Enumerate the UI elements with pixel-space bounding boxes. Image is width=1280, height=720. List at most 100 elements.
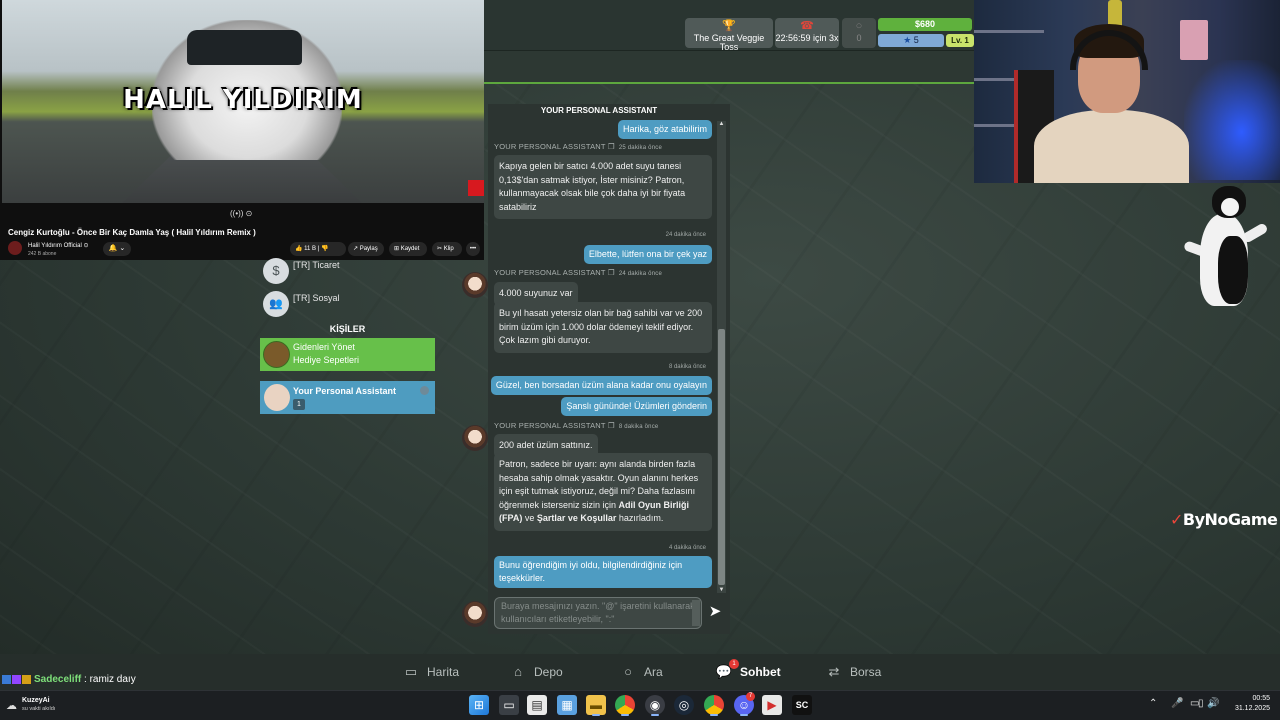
phone-icon: ☎ <box>800 20 814 32</box>
contact-personal-assistant[interactable]: Your Personal Assistant 1 <box>260 381 435 414</box>
youtube-app-icon[interactable]: ▶ <box>762 695 782 715</box>
nav-chat[interactable]: 💬 Sohbet <box>715 664 781 680</box>
scroll-down-icon[interactable]: ▼ <box>717 587 726 593</box>
scroll-thumb[interactable] <box>718 329 725 585</box>
webcam-sign <box>1180 20 1208 60</box>
channel-avatar[interactable] <box>8 241 22 255</box>
header-accent-line <box>484 82 974 84</box>
like-button[interactable]: 👍 11 B | 👎 <box>290 242 346 256</box>
warning-mid: ve <box>522 513 537 523</box>
stream-chat-message: : ramiz daıy <box>81 674 136 685</box>
boost-timer-button[interactable]: ☎ 22:56:59 için 3x <box>775 18 839 48</box>
nav-warehouse[interactable]: ⌂ Depo <box>509 664 563 680</box>
file-explorer-icon[interactable]: ▬ <box>586 695 606 716</box>
share-icon: ↗ <box>353 246 359 252</box>
star-icon: ★ <box>903 35 912 45</box>
monitor-icon[interactable]: ▯ <box>1198 698 1204 709</box>
chrome-profile-icon[interactable] <box>704 695 724 716</box>
nav-exchange[interactable]: ⇄ Borsa <box>825 664 882 680</box>
contact-gift-baskets[interactable]: Gidenleri Yönet Hediye Sepetleri <box>260 338 435 371</box>
nav-warehouse-label: Depo <box>534 665 563 679</box>
message-timestamp: 24 dakika önce <box>665 232 706 238</box>
badge-icon <box>12 674 21 684</box>
like-count: 11 B <box>304 246 317 252</box>
user-avatar <box>462 601 488 627</box>
nav-map[interactable]: ▭ Harita <box>402 664 459 680</box>
message-sender: YOUR PERSONAL ASSISTANT ❐ 25 dakika önce <box>494 142 662 151</box>
cat-face <box>1221 198 1239 216</box>
volume-icon[interactable]: 🔊 <box>1207 698 1219 709</box>
task-view-icon[interactable]: ▭ <box>499 695 519 715</box>
stars-display: ★ 5 <box>878 34 944 47</box>
message-input[interactable]: Buraya mesajınızı yazın. "@" işaretini k… <box>494 597 702 629</box>
message-timestamp: 8 dakika önce <box>668 364 706 370</box>
contact-line2: Hediye Sepetleri <box>293 355 360 365</box>
steam-icon[interactable]: ◎ <box>674 695 694 715</box>
message-time: 25 dakika önce <box>618 145 662 151</box>
assistant-avatar <box>462 425 488 451</box>
chrome-icon[interactable] <box>615 695 635 716</box>
category-trade[interactable]: $ [TR] Ticaret <box>260 256 435 286</box>
event-button[interactable]: 🏆 The Great Veggie Toss <box>685 18 773 52</box>
message-in: Bu yıl hasatı yetersiz olan bir bağ sahi… <box>494 302 712 353</box>
video-frame[interactable]: HALIL YILDIRIM <box>2 0 484 203</box>
scroll-up-icon[interactable]: ▲ <box>717 121 726 127</box>
badge-icon <box>22 674 31 684</box>
windows-start-icon[interactable]: ⊞ <box>469 695 489 715</box>
channel-name[interactable]: Halil Yıldırım Official ⊙ <box>28 242 89 249</box>
news-app-icon[interactable]: ▤ <box>527 695 547 715</box>
obs-icon[interactable]: ◉ <box>645 695 665 716</box>
input-scrollbar[interactable] <box>692 600 700 626</box>
chat-scrollbar[interactable]: ▲ ▼ <box>717 121 726 593</box>
send-icon[interactable]: ➤ <box>705 603 725 621</box>
clip-button[interactable]: ✂ Klip <box>432 242 462 256</box>
video-overlay: HALIL YILDIRIM ((•)) ⊙ Cengiz Kurtoğlu -… <box>0 0 484 260</box>
save-label: Kaydet <box>400 246 420 252</box>
event-label: The Great Veggie Toss <box>693 33 765 52</box>
bell-icon[interactable]: 🔔 ⌄ <box>103 242 131 256</box>
save-icon: ⊞ <box>394 246 400 252</box>
webcam-shelf <box>974 30 1044 33</box>
exchange-icon: ⇄ <box>828 664 840 679</box>
save-button[interactable]: ⊞ Kaydet <box>389 242 427 256</box>
more-button[interactable]: ••• <box>466 242 480 256</box>
contact-line1: Gidenleri Yönet <box>293 342 355 352</box>
widget-subtitle: su vakti akıldı <box>22 706 56 712</box>
chevron-up-icon[interactable]: ⌃ <box>1149 698 1157 709</box>
terms-link[interactable]: Şartlar ve Koşullar <box>537 513 617 523</box>
copy-icon[interactable]: ❐ <box>608 142 615 151</box>
nav-exchange-label: Borsa <box>850 665 882 679</box>
system-clock[interactable]: 00:55 31.12.2025 <box>1228 694 1270 714</box>
cat-patch <box>1218 236 1248 304</box>
discord-badge: 7 <box>746 692 755 701</box>
money-display: $680 <box>878 18 972 31</box>
streamcontrol-icon[interactable]: SC <box>792 695 812 715</box>
nav-search[interactable]: ○ Ara <box>619 664 663 680</box>
clock-date: 31.12.2025 <box>1234 705 1270 712</box>
sender-name: YOUR PERSONAL ASSISTANT <box>494 421 606 430</box>
nav-search-label: Ara <box>644 665 663 679</box>
video-controls[interactable]: ((•)) ⊙ <box>230 209 252 218</box>
scissors-icon: ✂ <box>437 246 443 252</box>
timer-label: 22:56:59 için 3x <box>775 33 839 43</box>
message-out: Elbette, lütfen ona bir çek yaz <box>583 245 712 264</box>
badge-icon <box>2 674 11 684</box>
dollar-icon: $ <box>263 258 289 284</box>
unread-badge: 1 <box>293 399 305 410</box>
photos-app-icon[interactable]: ▦ <box>557 695 577 715</box>
video-corner-mark <box>468 180 484 196</box>
sender-name: YOUR PERSONAL ASSISTANT <box>494 142 606 151</box>
slot-value: 0 <box>856 33 862 43</box>
dancing-cat-overlay <box>1182 186 1272 311</box>
copy-icon[interactable]: ❐ <box>608 421 615 430</box>
taskbar-widget[interactable]: ☁ KuzeyAi su vakti akıldı <box>6 696 96 716</box>
copy-icon[interactable]: ❐ <box>608 268 615 277</box>
search-icon: ○ <box>624 664 632 679</box>
discord-icon[interactable]: ☺ 7 <box>734 692 755 716</box>
assistant-avatar <box>462 272 488 298</box>
nav-chat-label: Sohbet <box>740 665 781 679</box>
category-social[interactable]: 👥 [TR] Sosyal <box>260 289 435 319</box>
microphone-icon[interactable]: 🎤 <box>1171 698 1183 709</box>
empty-slot[interactable]: ○ 0 <box>842 18 876 48</box>
share-button[interactable]: ↗ Paylaş <box>348 242 384 256</box>
